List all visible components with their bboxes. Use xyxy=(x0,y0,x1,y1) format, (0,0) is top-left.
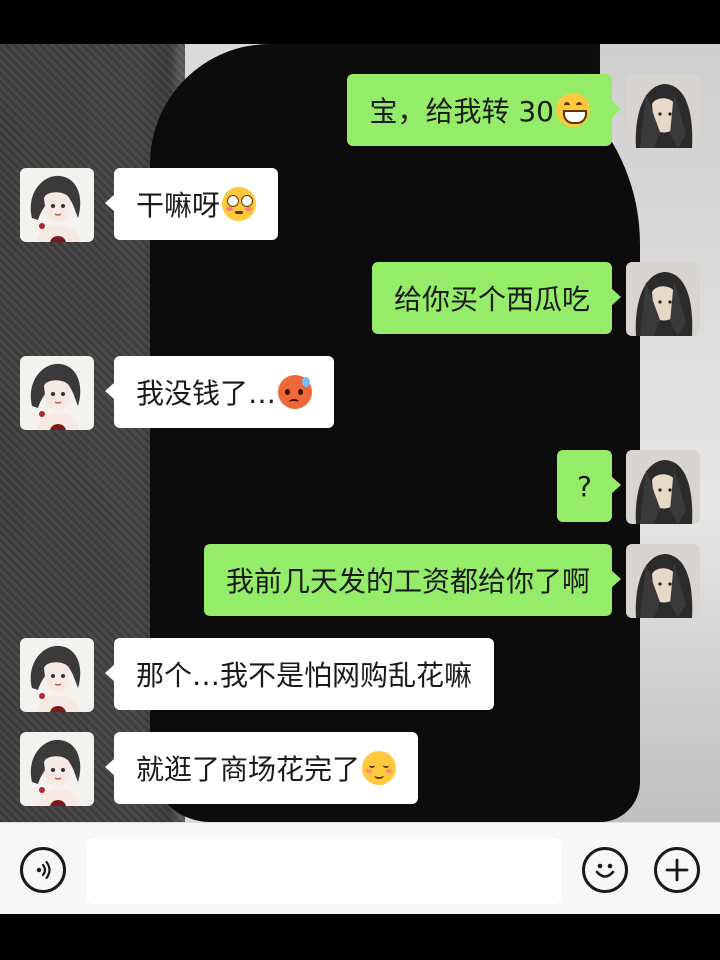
message-row-incoming: 那个…我不是怕网购乱花嘛 xyxy=(20,638,495,712)
emoji-button[interactable] xyxy=(582,847,628,893)
my-avatar[interactable] xyxy=(626,450,700,524)
message-text: 给你买个西瓜吃 xyxy=(393,283,590,316)
contact-avatar[interactable] xyxy=(20,638,94,712)
sweat-face-icon xyxy=(278,375,313,409)
voice-icon xyxy=(36,860,51,880)
input-bar xyxy=(0,822,720,915)
my-avatar[interactable] xyxy=(626,74,700,148)
message-bubble-outgoing[interactable]: 给你买个西瓜吃 xyxy=(371,262,622,334)
smiley-icon xyxy=(595,863,615,878)
message-bubble-outgoing[interactable]: 我前几天发的工资都给你了啊 xyxy=(203,544,622,616)
contact-avatar[interactable] xyxy=(20,168,94,242)
more-button[interactable] xyxy=(654,847,700,893)
message-bubble-outgoing[interactable]: ? xyxy=(557,450,621,522)
message-bubble-incoming[interactable]: 那个…我不是怕网购乱花嘛 xyxy=(104,638,495,710)
contact-avatar[interactable] xyxy=(20,732,94,806)
message-text: 我前几天发的工资都给你了啊 xyxy=(225,565,590,598)
message-row-incoming: 干嘛呀 xyxy=(20,168,279,242)
plus-icon xyxy=(665,858,689,882)
message-row-outgoing: 我前几天发的工资都给你了啊 xyxy=(203,544,700,618)
message-row-outgoing: 宝，给我转 30 xyxy=(347,74,700,148)
my-avatar[interactable] xyxy=(626,262,700,336)
message-row-incoming: 就逛了商场花完了 xyxy=(20,732,419,806)
message-input[interactable] xyxy=(87,838,561,904)
message-bubble-outgoing[interactable]: 宝，给我转 30 xyxy=(347,74,621,146)
message-text: 干嘛呀 xyxy=(136,189,221,222)
blush-face-icon xyxy=(362,751,397,785)
bottom-bar xyxy=(0,914,720,960)
message-text: 那个…我不是怕网购乱花嘛 xyxy=(136,659,473,692)
contact-avatar[interactable] xyxy=(20,356,94,430)
chat-message-list[interactable]: 宝，给我转 30 干嘛呀 给你买个西瓜吃 我没钱了… ? 我前几天发的工资都给你… xyxy=(0,44,720,822)
my-avatar[interactable] xyxy=(626,544,700,618)
message-text: ? xyxy=(577,469,592,503)
message-text: 宝，给我转 30 xyxy=(369,95,554,128)
message-row-incoming: 我没钱了… xyxy=(20,356,335,430)
message-row-outgoing: ? xyxy=(557,450,700,524)
message-text: 我没钱了… xyxy=(136,377,277,410)
message-bubble-incoming[interactable]: 我没钱了… xyxy=(104,356,335,428)
message-bubble-incoming[interactable]: 就逛了商场花完了 xyxy=(104,732,419,804)
message-text: 就逛了商场花完了 xyxy=(136,753,361,786)
message-row-outgoing: 给你买个西瓜吃 xyxy=(371,262,700,336)
voice-button[interactable] xyxy=(20,847,66,893)
message-bubble-incoming[interactable]: 干嘛呀 xyxy=(104,168,279,240)
flushed-face-icon xyxy=(222,187,257,221)
grin-face-icon xyxy=(556,93,590,127)
